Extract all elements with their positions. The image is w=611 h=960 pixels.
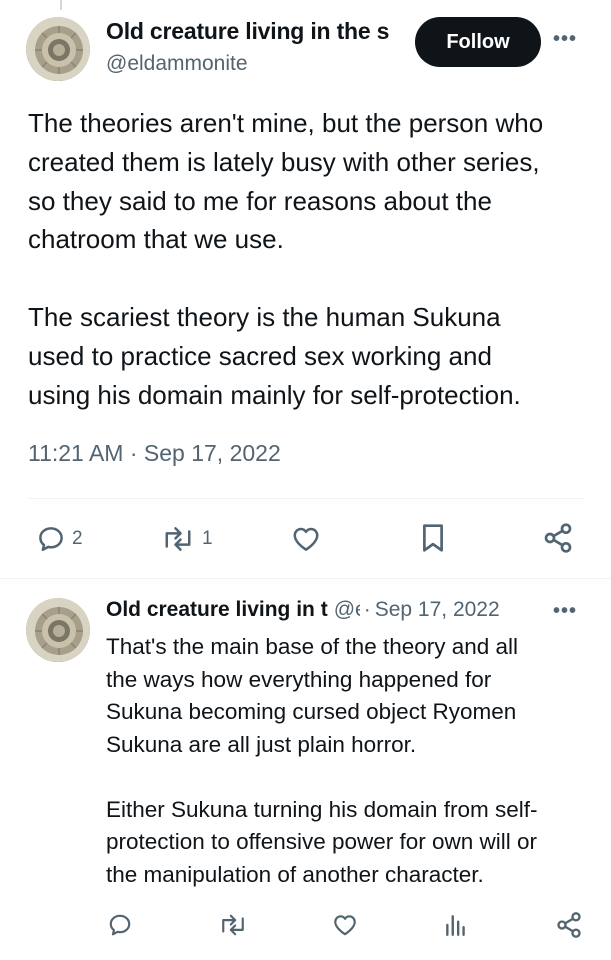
thread-connector-line — [60, 0, 62, 10]
like-icon — [293, 527, 319, 551]
like-icon — [334, 915, 356, 936]
retweet-icon — [165, 527, 191, 551]
reply-icon — [109, 914, 131, 936]
bookmark-icon — [423, 524, 443, 552]
share-icon — [544, 523, 572, 553]
author-name[interactable]: Old creature living in the s — [106, 18, 406, 45]
tweet-text-line: created them is lately busy with other s… — [28, 146, 540, 177]
reply-text-line: Sukuna becoming cursed object Ryomen — [106, 699, 517, 724]
reply-text-line: That's the main base of the theory and a… — [106, 634, 519, 659]
ammonite-avatar-image — [26, 598, 90, 662]
share-button[interactable] — [542, 522, 574, 554]
retweet-icon — [222, 914, 244, 936]
reply-text-line: Sukuna are all just plain horror. — [106, 731, 417, 757]
reply-icon — [39, 527, 63, 551]
author-handle[interactable]: @eldammonite — [106, 52, 248, 76]
tweet-text-line: chatroom that we use. — [28, 224, 284, 255]
reply-text-line: protection to offensive power for own wi… — [106, 829, 538, 854]
tweet-text-line: The scariest theory is the human Sukuna — [28, 301, 501, 332]
like-button[interactable] — [290, 524, 322, 554]
follow-button[interactable]: Follow — [415, 17, 541, 67]
retweet-count: 1 — [202, 528, 213, 549]
reply-count: 2 — [72, 528, 83, 549]
more-options-icon[interactable]: ••• — [553, 600, 577, 623]
reply-header: Old creature living in t@eldammonite·Sep… — [106, 598, 576, 628]
more-options-icon[interactable]: ••• — [553, 28, 577, 51]
tweet-text-line: used to practice sacred sex working and — [28, 340, 492, 371]
views-button[interactable] — [443, 912, 469, 938]
avatar[interactable] — [26, 598, 90, 662]
bookmark-button[interactable] — [418, 522, 448, 554]
tweet-divider — [0, 578, 611, 579]
reply-text: That's the main base of the theory and a… — [106, 631, 601, 891]
share-button[interactable] — [555, 911, 583, 939]
ammonite-avatar-image — [26, 17, 90, 81]
reply-text-line: the ways how everything happened for — [106, 666, 492, 692]
separator-dot: · — [363, 598, 371, 621]
tweet-text-line: using his domain mainly for self-protect… — [28, 379, 521, 410]
tweet-timestamp[interactable]: 11:21 AM · Sep 17, 2022 — [28, 440, 281, 467]
reply-button[interactable] — [107, 912, 133, 938]
tweet-text-line: The theories aren't mine, but the person… — [28, 108, 544, 138]
avatar[interactable] — [26, 17, 90, 81]
retweet-button[interactable]: 1 — [160, 524, 213, 554]
author-name[interactable]: Old creature living in t — [106, 598, 328, 622]
views-icon — [446, 915, 465, 936]
reply-button[interactable]: 2 — [36, 524, 83, 554]
reply-text-line: Either Sukuna turning his domain from se… — [106, 796, 538, 822]
tweet-text-line: so they said to me for reasons about the — [28, 185, 492, 216]
divider — [28, 498, 584, 499]
tweet-text: The theories aren't mine, but the person… — [28, 104, 598, 414]
retweet-button[interactable] — [217, 912, 249, 938]
share-icon — [557, 912, 581, 938]
like-button[interactable] — [331, 912, 359, 938]
reply-text-line: the manipulation of another character. — [106, 861, 484, 887]
author-handle[interactable]: @eldammonite — [334, 598, 360, 622]
tweet-date[interactable]: Sep 17, 2022 — [375, 598, 500, 621]
